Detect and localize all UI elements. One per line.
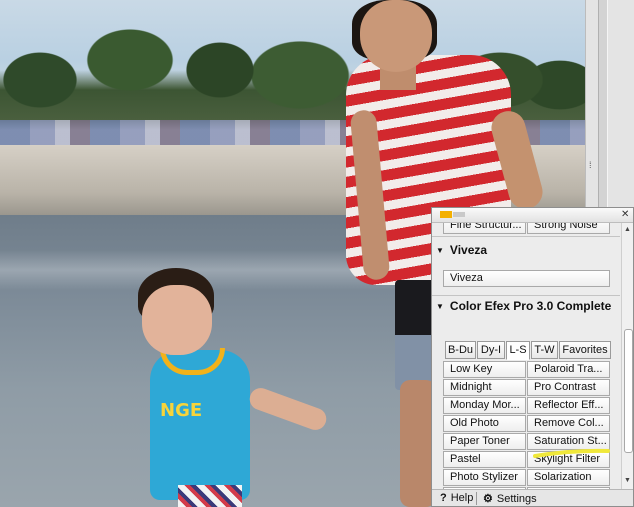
help-label: Help xyxy=(450,492,474,504)
collapse-triangle-icon: ▼ xyxy=(436,302,444,311)
filter-button[interactable]: Solarization xyxy=(527,469,610,486)
logo-text-icon xyxy=(453,212,465,217)
woman-shorts xyxy=(395,280,435,390)
panel-footer: ? Help ⚙ Settings xyxy=(432,489,633,506)
tab-dy-i[interactable]: Dy-I xyxy=(477,341,505,359)
filter-button[interactable]: Strong Noise xyxy=(527,223,610,234)
filter-button[interactable]: Monday Mor... xyxy=(443,397,526,414)
footer-divider xyxy=(476,492,477,505)
dock-divider[interactable] xyxy=(598,0,608,210)
divider xyxy=(432,236,620,237)
filter-button[interactable]: Pro Contrast xyxy=(527,379,610,396)
gear-icon: ⚙ xyxy=(483,493,493,505)
filter-button[interactable]: Fine Structur... xyxy=(443,223,526,234)
scroll-down-icon[interactable]: ▼ xyxy=(624,477,631,484)
divider xyxy=(432,295,620,296)
section-header-color-efex[interactable]: ▼ Color Efex Pro 3.0 Complete xyxy=(436,299,611,313)
woman-face xyxy=(360,0,432,72)
filter-button[interactable]: Remove Col... xyxy=(527,415,610,432)
section-title: Viveza xyxy=(449,243,488,257)
child-pants xyxy=(178,485,242,507)
tab-b-du[interactable]: B-Du xyxy=(445,341,476,359)
filter-button[interactable]: Old Photo xyxy=(443,415,526,432)
filter-button[interactable]: Paper Toner xyxy=(443,433,526,450)
section-title: Color Efex Pro 3.0 Complete xyxy=(449,299,612,313)
settings-label: Settings xyxy=(496,493,537,505)
filter-button[interactable]: Low Key xyxy=(443,361,526,378)
filter-button[interactable]: Saturation St... xyxy=(527,433,610,450)
child-shirt-print: NGE xyxy=(160,400,203,421)
child-face xyxy=(142,285,212,355)
filter-button[interactable]: Midnight xyxy=(443,379,526,396)
section-header-viveza[interactable]: ▼ Viveza xyxy=(436,243,487,257)
tab-t-w[interactable]: T-W xyxy=(531,341,558,359)
settings-button[interactable]: ⚙ Settings xyxy=(483,492,537,505)
viveza-button[interactable]: Viveza xyxy=(443,270,610,287)
filter-button[interactable]: Pastel xyxy=(443,451,526,468)
filter-button[interactable]: Polaroid Tra... xyxy=(527,361,610,378)
collapse-triangle-icon: ▼ xyxy=(436,246,444,255)
filter-button[interactable]: Reflector Eff... xyxy=(527,397,610,414)
tab-favorites[interactable]: Favorites xyxy=(559,341,611,359)
help-icon: ? xyxy=(440,492,447,504)
vertical-scrollbar[interactable]: ▲ ▼ xyxy=(621,223,633,489)
filter-button[interactable]: Skylight Filter xyxy=(527,451,610,468)
help-button[interactable]: ? Help xyxy=(440,492,473,504)
scroll-thumb[interactable] xyxy=(624,329,633,453)
tab-l-s[interactable]: L-S xyxy=(506,341,530,360)
grip-icon[interactable]: ⁞ xyxy=(589,160,592,170)
nik-selective-panel: ✕ Fine Structur... Strong Noise ▼ Viveza … xyxy=(431,207,634,507)
close-icon[interactable]: ✕ xyxy=(621,208,629,221)
filter-button[interactable]: Photo Stylizer xyxy=(443,469,526,486)
scroll-up-icon[interactable]: ▲ xyxy=(624,226,631,233)
panel-content: Fine Structur... Strong Noise ▼ Viveza Vi… xyxy=(432,223,620,489)
nik-logo-icon xyxy=(440,211,452,218)
panel-titlebar[interactable]: ✕ xyxy=(432,208,633,223)
